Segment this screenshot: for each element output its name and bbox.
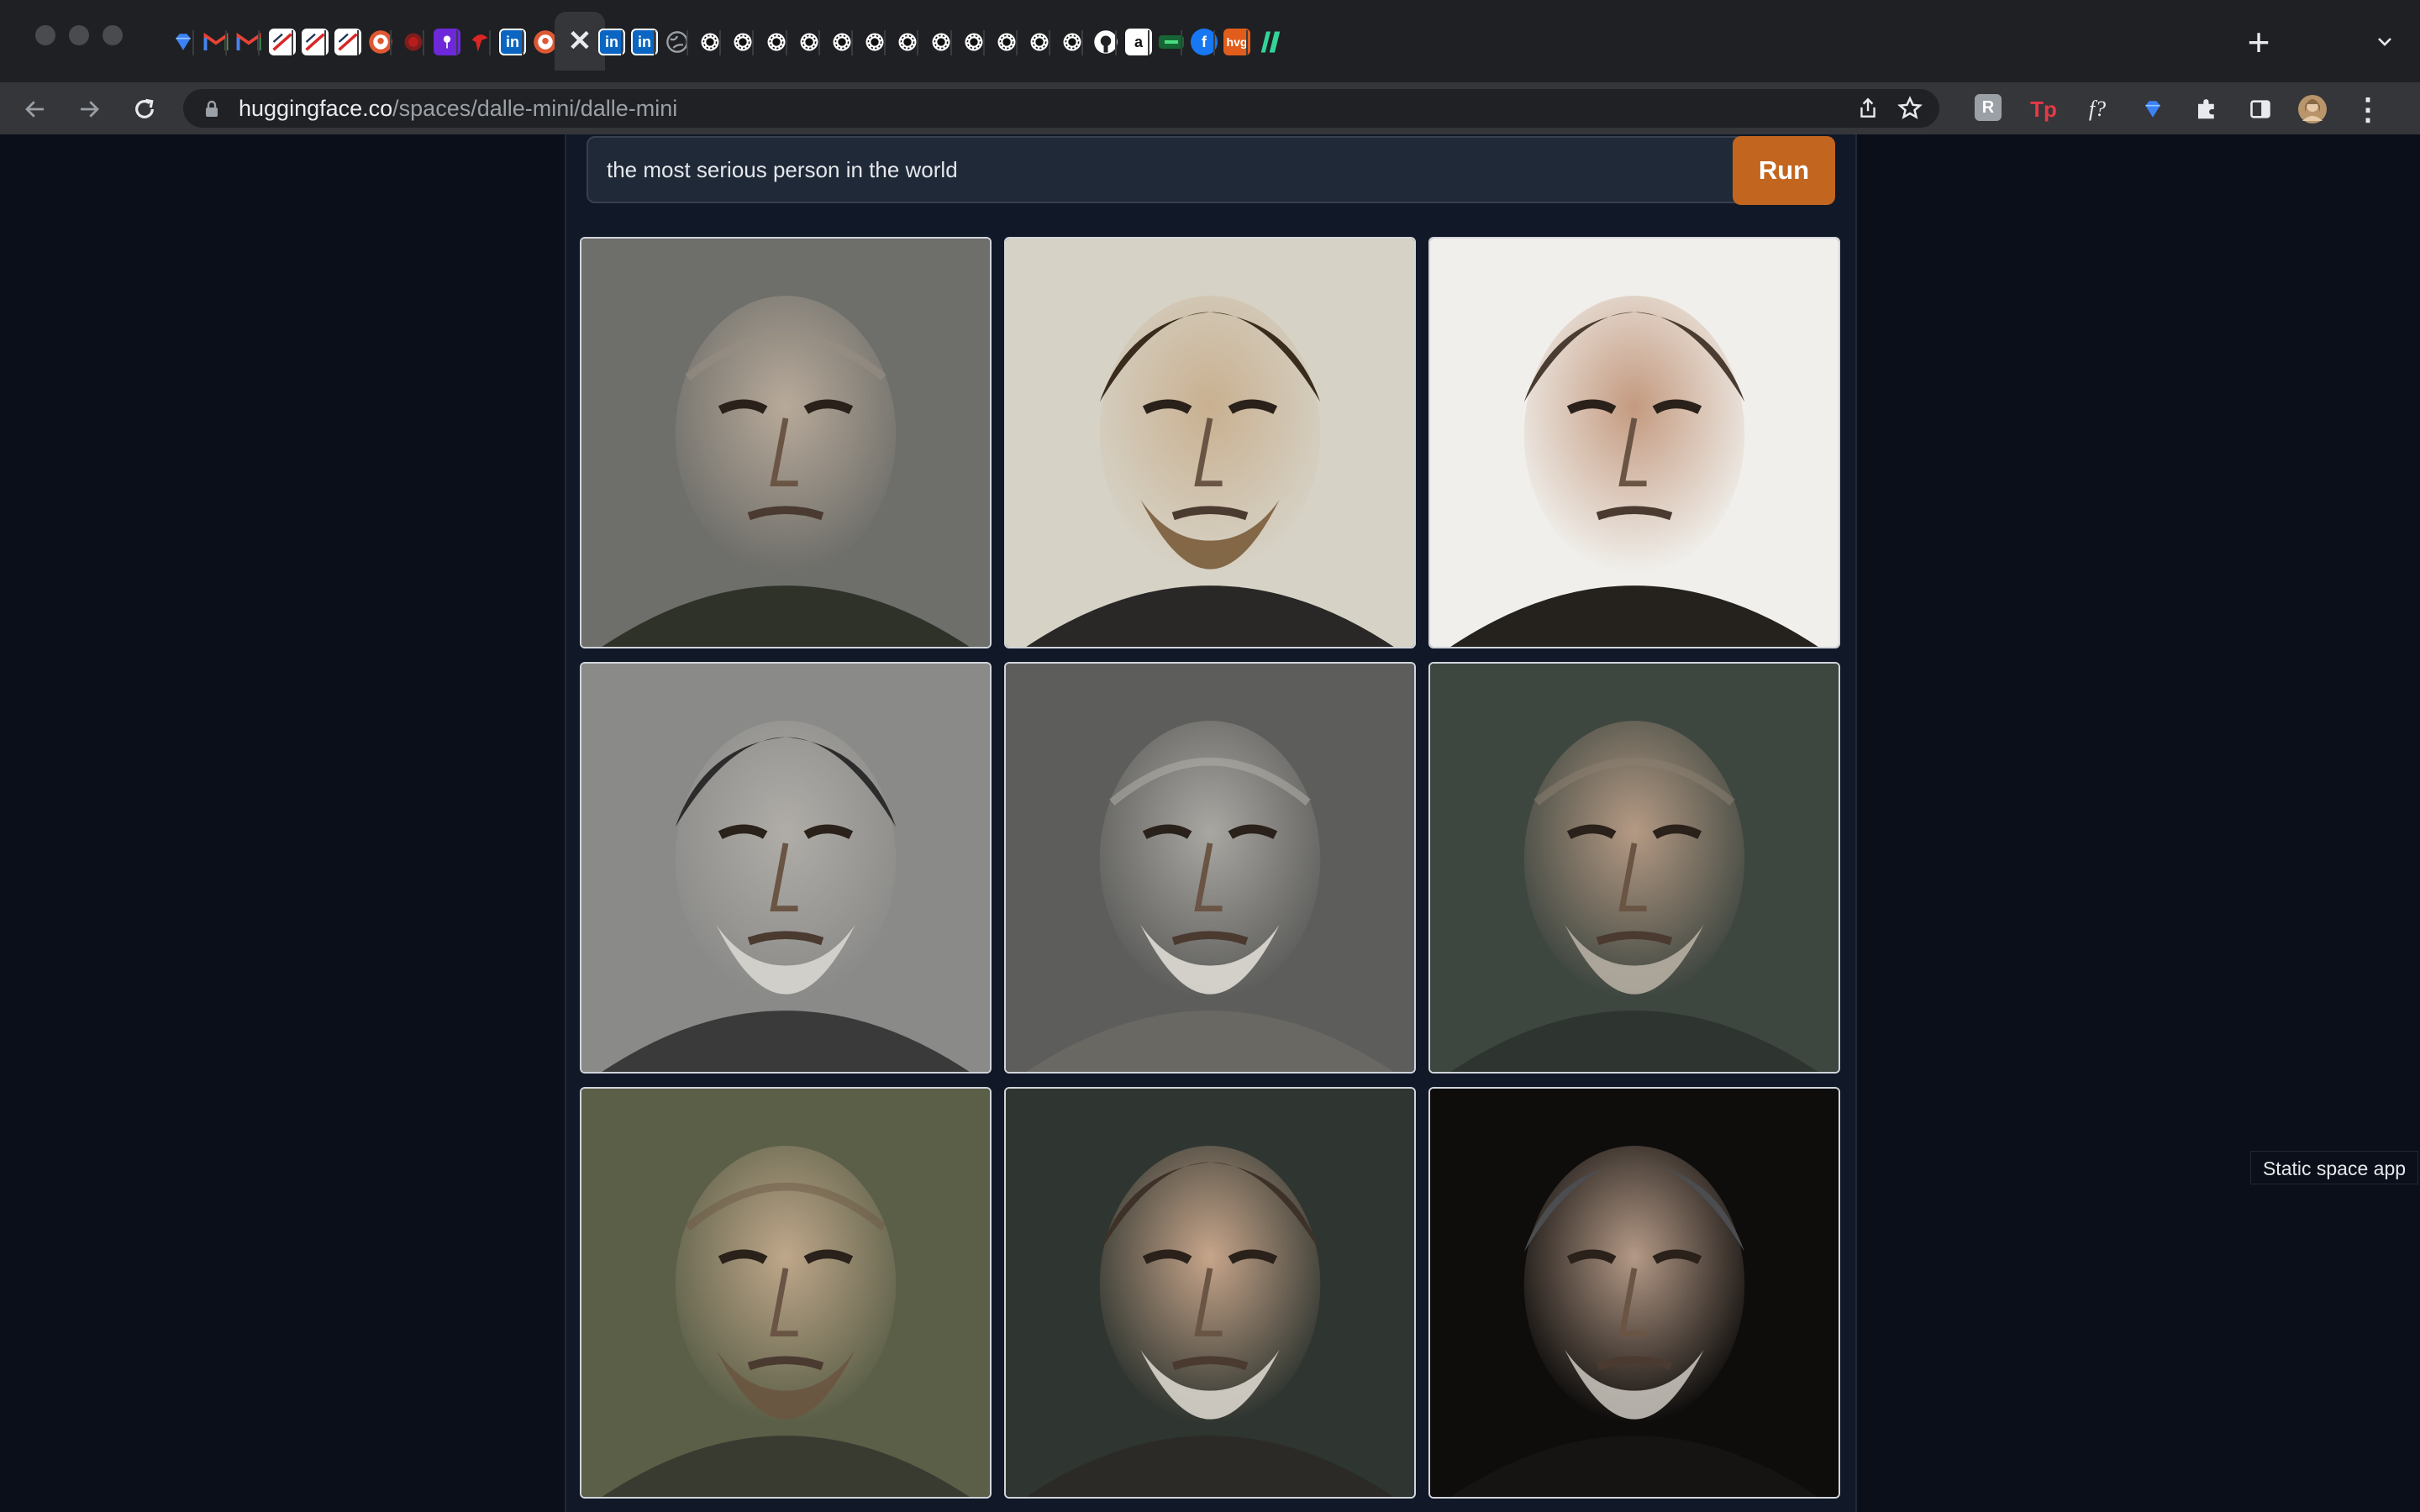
extension-label: ⋮ [2353, 92, 2383, 126]
result-image-4[interactable] [580, 662, 992, 1074]
share-icon[interactable] [1855, 96, 1881, 121]
extension-label: f? [2088, 97, 2107, 121]
gem-extension-icon[interactable] [2138, 94, 2168, 124]
back-arrow-icon [25, 101, 44, 118]
extension-label: Tp [2030, 96, 2057, 122]
prompt-input[interactable]: the most serious person in the world [587, 136, 1771, 203]
browser-toolbar: huggingface.co/spaces/dalle-mini/dalle-m… [0, 82, 2420, 134]
dalle-mini-app: the most serious person in the world Run [565, 134, 1857, 1512]
window-minimize-button[interactable] [69, 25, 89, 45]
reload-icon [135, 98, 154, 118]
formula-extension-icon[interactable]: f? [2082, 94, 2112, 124]
kebab-menu-icon[interactable]: ⋮ [2353, 92, 2383, 126]
url-text[interactable]: huggingface.co/spaces/dalle-mini/dalle-m… [239, 89, 677, 128]
forward-button[interactable] [71, 91, 108, 128]
sidepanel-icon[interactable] [2245, 94, 2275, 124]
r-extension-icon[interactable]: R [1975, 94, 2002, 121]
puzzle-icon[interactable] [2191, 94, 2222, 124]
browser-tab-34[interactable] [1247, 18, 1294, 66]
result-image-7[interactable] [580, 1087, 992, 1499]
tp-extension-icon[interactable]: Tp [2028, 94, 2059, 124]
reload-button[interactable] [126, 91, 163, 128]
tab-favicon-label: in [638, 33, 651, 50]
tooltip: Static space app [2250, 1151, 2418, 1184]
tab-favicon-label: f [1202, 33, 1207, 50]
result-image-5[interactable] [1004, 662, 1416, 1074]
lock-icon[interactable] [203, 100, 220, 118]
tab-favicon-label: hvg [1226, 35, 1248, 49]
url-path: /spaces/dalle-mini/dalle-mini [392, 96, 678, 121]
result-image-8[interactable] [1004, 1087, 1416, 1499]
new-tab-button[interactable]: + [2235, 18, 2282, 66]
bookmark-star-icon[interactable] [1897, 96, 1923, 121]
tab-strip: in ✕ in in a f hvg + [0, 0, 2420, 83]
forward-arrow-icon [81, 101, 99, 118]
result-image-1[interactable] [580, 237, 992, 648]
tab-search-chevron-icon[interactable] [2368, 25, 2402, 59]
tab-favicon-label: in [506, 33, 519, 50]
green-stripes-icon [1257, 29, 1284, 55]
profile-avatar[interactable] [2297, 94, 2328, 124]
address-bar[interactable]: huggingface.co/spaces/dalle-mini/dalle-m… [183, 89, 1939, 128]
run-button[interactable]: Run [1733, 136, 1835, 205]
back-button[interactable] [17, 91, 54, 128]
tab-favicon-label: a [1134, 33, 1143, 50]
page-viewport: the most serious person in the world Run [0, 134, 2420, 1512]
window-close-button[interactable] [35, 25, 55, 45]
result-image-9[interactable] [1428, 1087, 1840, 1499]
result-image-2[interactable] [1004, 237, 1416, 648]
window-zoom-button[interactable] [103, 25, 123, 45]
result-image-3[interactable] [1428, 237, 1840, 648]
result-image-6[interactable] [1428, 662, 1840, 1074]
url-domain: huggingface.co [239, 96, 393, 121]
extension-label: R [1981, 97, 1995, 117]
tab-favicon-label: in [605, 33, 618, 50]
